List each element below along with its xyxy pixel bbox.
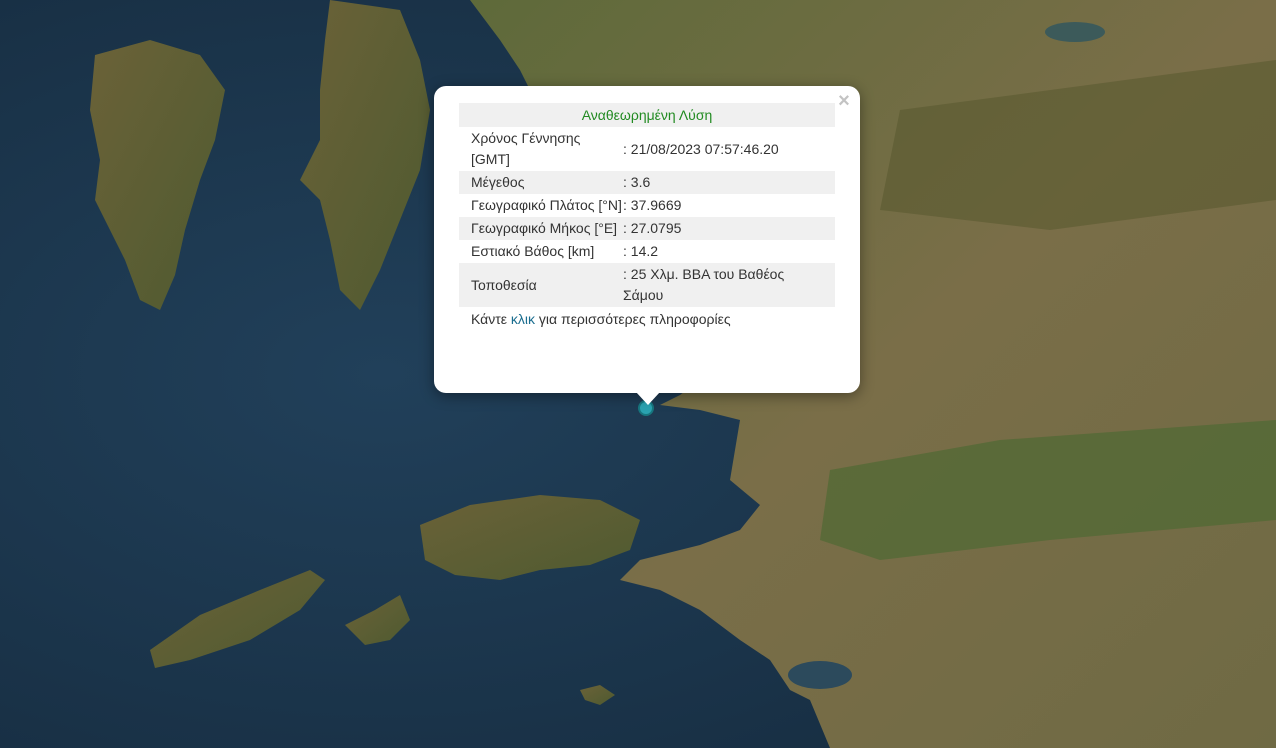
table-row: Γεωγραφικό Μήκος [°E] : 27.0795	[459, 217, 835, 240]
table-row: Τοποθεσία : 25 Χλμ. ΒΒΑ του Βαθέος Σάμου	[459, 263, 835, 307]
close-icon[interactable]: ×	[836, 91, 852, 111]
more-info-text: Κάντε κλικ για περισσότερες πληροφορίες	[459, 307, 835, 331]
table-row: Εστιακό Βάθος [km] : 14.2	[459, 240, 835, 263]
info-table: Χρόνος Γέννησης [GMT] : 21/08/2023 07:57…	[459, 127, 835, 307]
table-row: Χρόνος Γέννησης [GMT] : 21/08/2023 07:57…	[459, 127, 835, 171]
popup-title: Αναθεωρημένη Λύση	[459, 103, 835, 127]
row-value: : 3.6	[623, 171, 835, 194]
row-label: Μέγεθος	[459, 171, 623, 194]
more-suffix: για περισσότερες πληροφορίες	[535, 311, 731, 327]
row-label: Εστιακό Βάθος [km]	[471, 243, 595, 259]
row-label: Γεωγραφικό Μήκος [°E]	[459, 217, 623, 240]
more-info-link[interactable]: κλικ	[511, 311, 535, 327]
table-row: Γεωγραφικό Πλάτος [°N] : 37.9669	[459, 194, 835, 217]
more-prefix: Κάντε	[471, 311, 511, 327]
lake-north	[1045, 22, 1105, 42]
row-value: : 37.9669	[623, 197, 682, 213]
row-value: : 21/08/2023 07:57:46.20	[623, 140, 779, 157]
row-label: Χρόνος Γέννησης [GMT]	[471, 130, 581, 167]
row-value: : 25 Χλμ. ΒΒΑ του Βαθέος Σάμου	[623, 263, 835, 307]
row-label: Γεωγραφικό Πλάτος [°N]	[471, 197, 622, 213]
row-value: : 27.0795	[623, 217, 835, 240]
popup-tip	[636, 392, 660, 405]
row-value: : 14.2	[623, 243, 659, 259]
table-row: Μέγεθος : 3.6	[459, 171, 835, 194]
earthquake-popup: × Αναθεωρημένη Λύση Χρόνος Γέννησης [GMT…	[434, 86, 860, 405]
popup-content: Αναθεωρημένη Λύση Χρόνος Γέννησης [GMT] …	[459, 103, 835, 331]
lake-south	[788, 661, 852, 689]
row-label: Τοποθεσία	[459, 263, 623, 307]
